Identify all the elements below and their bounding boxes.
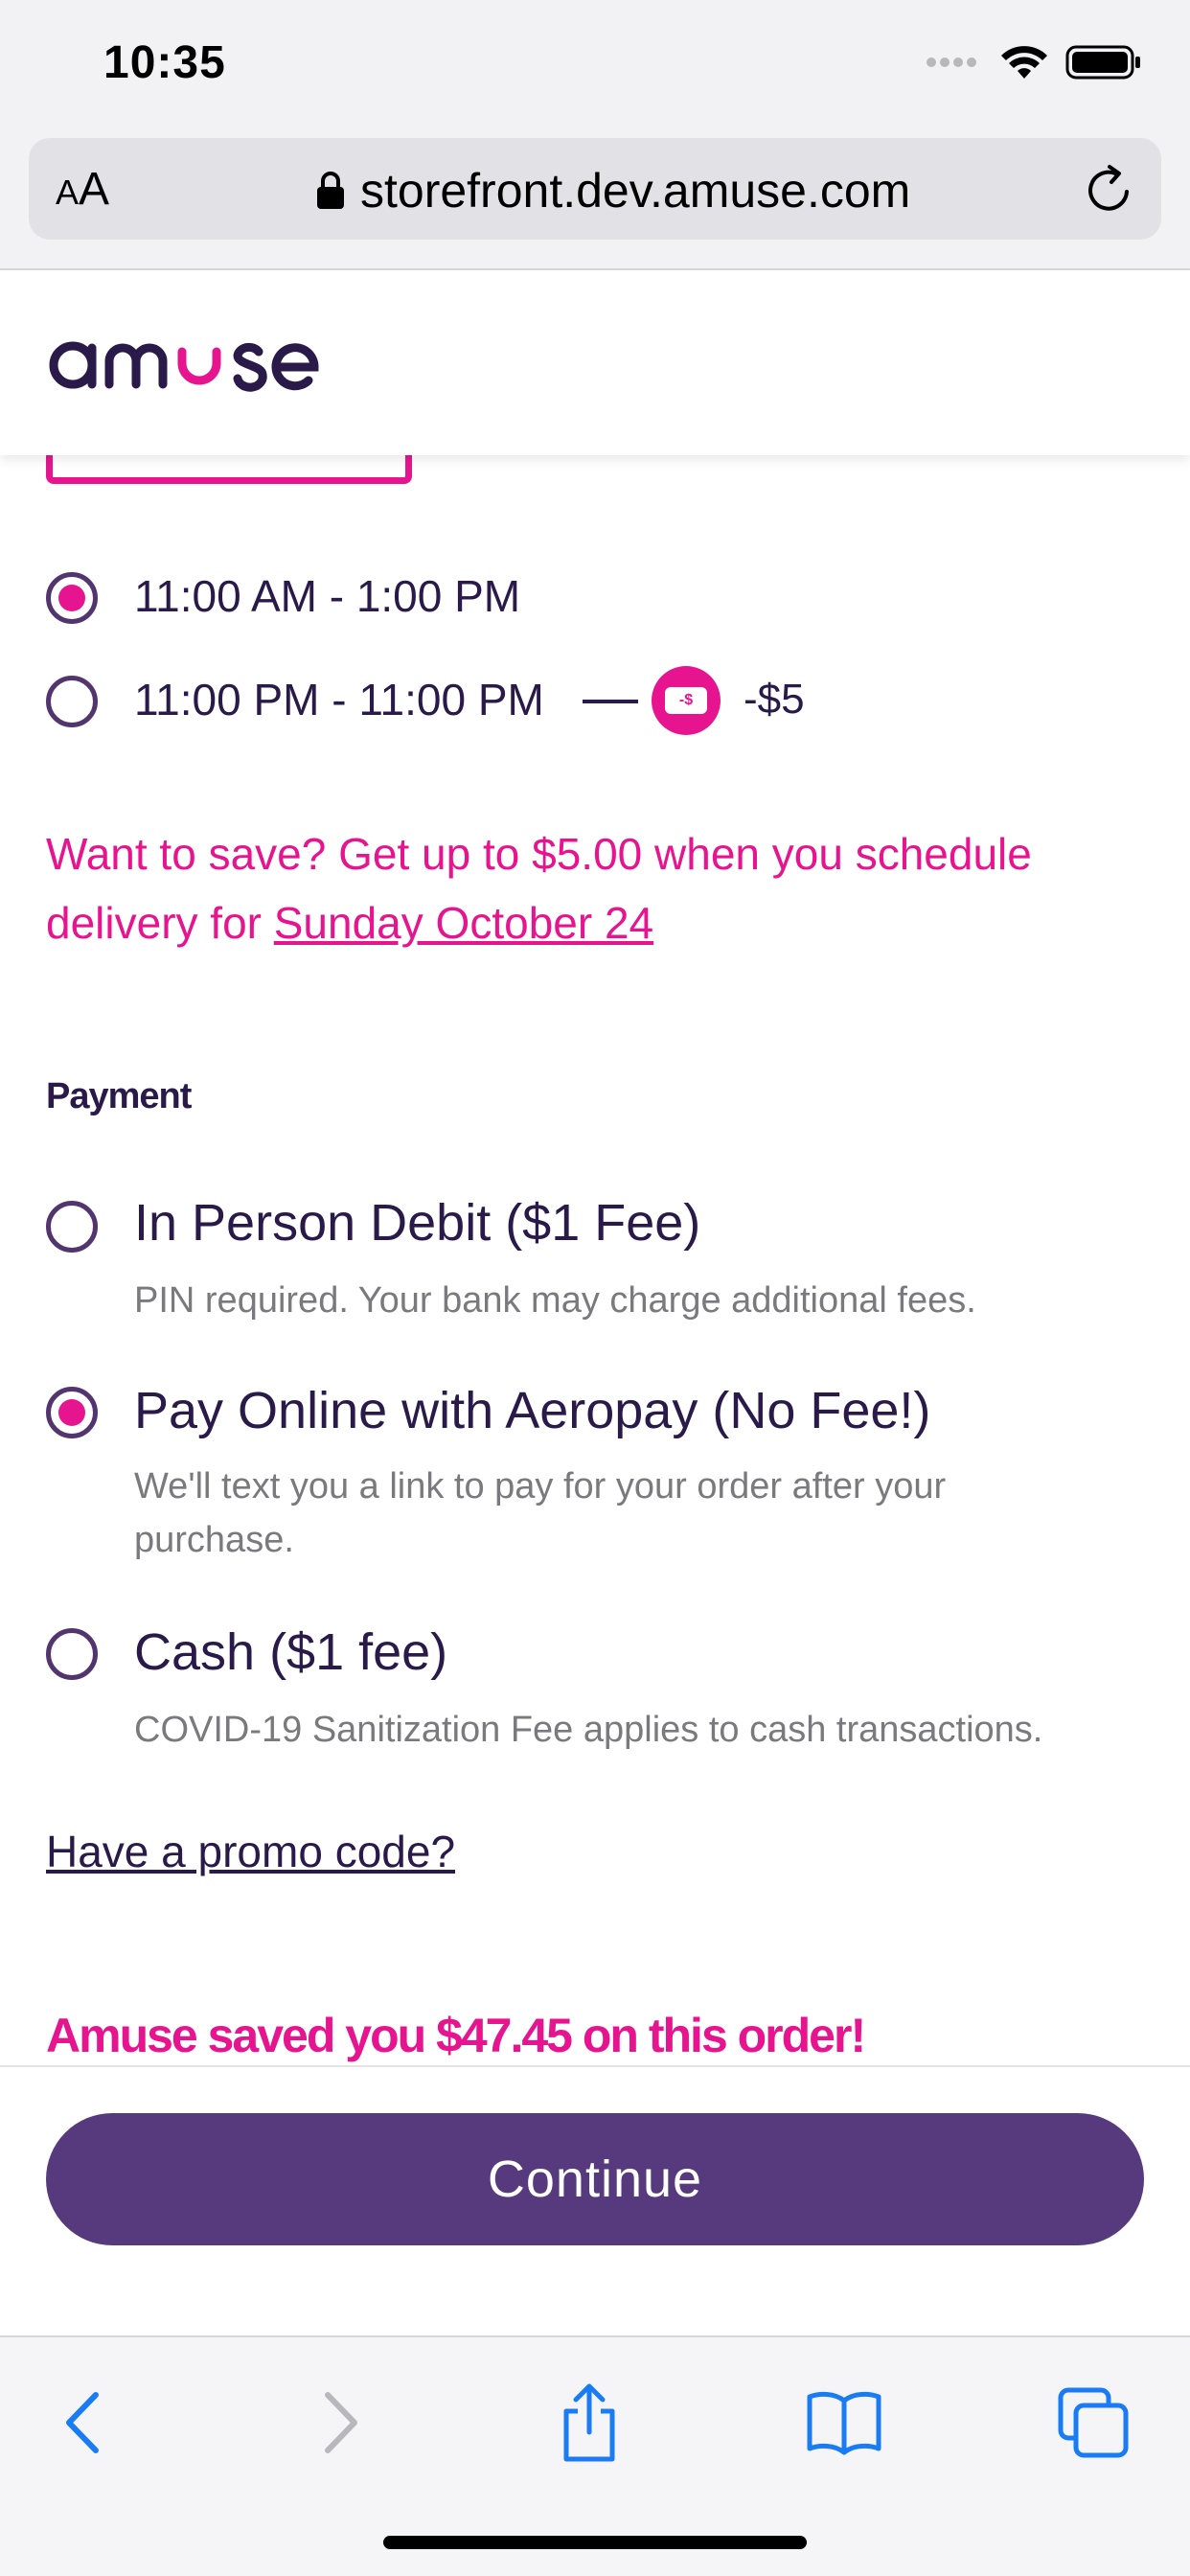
reload-icon[interactable] — [1083, 163, 1136, 217]
url-text: storefront.dev.amuse.com — [360, 164, 911, 218]
continue-bar: Continue — [0, 2065, 1190, 2335]
wifi-icon — [1001, 46, 1047, 79]
payment-option-aeropay[interactable]: Pay Online with Aeropay (No Fee!) — [134, 1381, 930, 1440]
lock-icon — [317, 172, 344, 209]
cellular-signal-icon — [927, 58, 976, 67]
battery-icon — [1065, 45, 1140, 80]
status-time: 10:35 — [103, 37, 226, 88]
status-bar: 10:35 — [0, 0, 1190, 134]
checkout-content: 11:00 AM - 1:00 PM 11:00 PM - 11:00 PM -… — [0, 455, 1190, 2065]
time-slot-label-2[interactable]: 11:00 PM - 11:00 PM — [134, 674, 544, 725]
status-icons — [926, 44, 1142, 80]
payment-radio-cash[interactable] — [46, 1628, 98, 1680]
browser-toolbar: AA storefront.dev.amuse.com — [0, 134, 1190, 270]
schedule-date-link[interactable]: Sunday October 24 — [274, 898, 653, 948]
payment-radio-aeropay[interactable] — [46, 1387, 98, 1438]
time-slot-radio-1[interactable] — [46, 572, 98, 624]
payment-section-title: Payment — [46, 1076, 192, 1116]
payment-option-debit[interactable]: In Person Debit ($1 Fee) — [134, 1193, 700, 1253]
payment-desc-cash: COVID-19 Sanitization Fee applies to cas… — [134, 1710, 1043, 1750]
promo-code-link[interactable]: Have a promo code? — [46, 1826, 455, 1877]
discount-tag-icon: -$ — [652, 666, 721, 735]
text-size-button[interactable]: AA — [56, 163, 109, 216]
address-bar[interactable]: AA storefront.dev.amuse.com — [29, 138, 1161, 240]
date-selector-partial[interactable] — [46, 455, 412, 484]
checkout-page: 10:35 AA storefront.dev.amuse.com 11:00 … — [0, 0, 1190, 2576]
discount-amount: -$5 — [744, 676, 805, 723]
savings-message: Amuse saved you $47.45 on this order! — [46, 2009, 866, 2062]
amuse-logo[interactable] — [46, 319, 333, 401]
url-display[interactable]: storefront.dev.amuse.com — [316, 163, 910, 218]
site-header — [0, 271, 1190, 455]
time-slot-radio-2[interactable] — [46, 676, 98, 727]
discount-dash — [583, 700, 638, 703]
payment-desc-aeropay: We'll text you a link to pay for your or… — [134, 1466, 947, 1560]
forward-icon[interactable] — [297, 2380, 383, 2466]
home-indicator — [383, 2536, 807, 2549]
payment-desc-debit: PIN required. Your bank may charge addit… — [134, 1280, 976, 1321]
tabs-icon[interactable] — [1050, 2380, 1136, 2466]
time-slot-label-1[interactable]: 11:00 AM - 1:00 PM — [134, 570, 520, 622]
payment-radio-debit[interactable] — [46, 1201, 98, 1253]
share-icon[interactable] — [546, 2380, 632, 2466]
save-message: Want to save? Get up to $5.00 when you s… — [46, 829, 1032, 948]
payment-option-cash[interactable]: Cash ($1 fee) — [134, 1622, 447, 1682]
continue-button[interactable]: Continue — [46, 2113, 1144, 2245]
back-icon[interactable] — [40, 2380, 126, 2466]
bookmarks-icon[interactable] — [801, 2380, 887, 2466]
